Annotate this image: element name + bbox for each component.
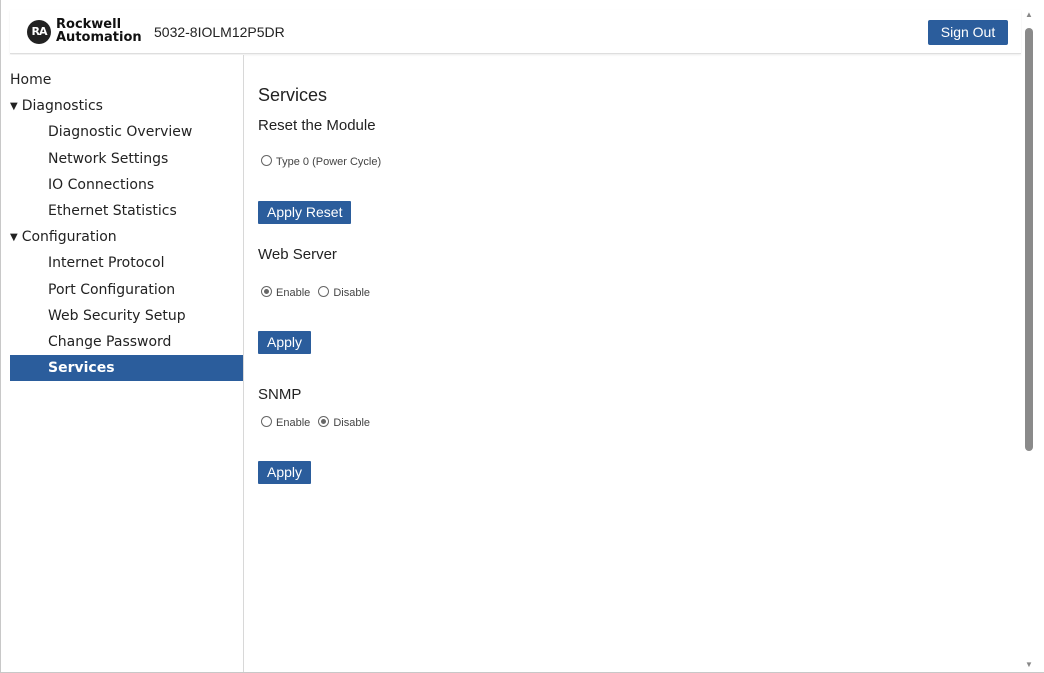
sidebar-item-label: Diagnostic Overview [48, 124, 193, 141]
sidebar-item-diagnostic-overview[interactable]: Diagnostic Overview [10, 119, 243, 145]
brand-line-2: Automation [56, 30, 142, 45]
web-server-disable-radio[interactable] [318, 286, 330, 297]
header-bar: RA Rockwell Automation 5032-8IOLM12P5DR … [10, 10, 1021, 54]
sidebar-item-home[interactable]: Home [10, 67, 243, 93]
reset-type0-label: Type 0 (Power Cycle) [276, 156, 382, 168]
expanded-caret-icon[interactable]: ▼ [10, 94, 18, 120]
web-server-options: Enable Disable [261, 286, 375, 299]
nav-list: Home ▼ Diagnostics Diagnostic Overview Netwo… [10, 67, 243, 382]
sidebar-item-label: Internet Protocol [48, 255, 165, 272]
page-title: Services [258, 85, 328, 105]
reset-section-title: Reset the Module [258, 117, 376, 134]
sidebar-item-network-settings[interactable]: Network Settings [10, 146, 243, 172]
sidebar-item-diagnostics[interactable]: ▼ Diagnostics [10, 93, 243, 119]
snmp-options: Enable Disable [261, 416, 375, 429]
sidebar-item-label: Web Security Setup [48, 307, 186, 324]
snmp-section-title: SNMP [258, 386, 302, 403]
scroll-thumb[interactable] [1025, 28, 1033, 451]
sidebar-item-configuration[interactable]: ▼ Configuration [10, 224, 243, 250]
sidebar-item-port-configuration[interactable]: Port Configuration [10, 277, 243, 303]
scroll-up-arrow-icon[interactable]: ▲ [1024, 10, 1034, 20]
device-name: 5032-8IOLM12P5DR [154, 24, 285, 40]
expanded-caret-icon[interactable]: ▼ [10, 225, 18, 251]
web-server-section-title: Web Server [258, 246, 337, 263]
sidebar-item-label: IO Connections [48, 176, 155, 193]
sidebar-item-web-security-setup[interactable]: Web Security Setup [10, 303, 243, 329]
sidebar-item-label: Services [48, 360, 115, 377]
brand-name: Rockwell Automation [56, 18, 142, 44]
sidebar-item-label: Port Configuration [48, 281, 176, 298]
snmp-disable-radio[interactable] [318, 416, 330, 427]
reset-type0-radio[interactable] [261, 155, 272, 166]
sidebar-item-services[interactable]: Services [10, 355, 243, 382]
web-server-apply-button[interactable]: Apply [258, 331, 312, 354]
snmp-enable-radio[interactable] [261, 416, 272, 427]
snmp-enable-label: Enable [276, 417, 311, 429]
web-server-disable-label: Disable [333, 287, 371, 299]
reset-options: Type 0 (Power Cycle) [261, 155, 386, 168]
sidebar-item-internet-protocol[interactable]: Internet Protocol [10, 250, 243, 276]
snmp-apply-button[interactable]: Apply [258, 461, 312, 484]
vertical-scrollbar[interactable]: ▲ ▼ [1022, 10, 1036, 670]
sidebar-item-label: Diagnostics [21, 98, 103, 115]
sidebar-nav: Home ▼ Diagnostics Diagnostic Overview Netwo… [10, 55, 244, 672]
sidebar-item-label: Ethernet Statistics [48, 202, 177, 219]
sidebar-item-label: Configuration [21, 229, 117, 246]
scroll-down-arrow-icon[interactable]: ▼ [1024, 660, 1034, 670]
sign-out-button[interactable]: Sign Out [928, 20, 1008, 45]
sidebar-item-change-password[interactable]: Change Password [10, 329, 243, 355]
sidebar-item-label: Network Settings [48, 150, 169, 167]
rockwell-logo-icon: RA [27, 20, 51, 44]
snmp-disable-label: Disable [333, 417, 371, 429]
sidebar-item-io-connections[interactable]: IO Connections [10, 172, 243, 198]
sidebar-item-label: Home [10, 72, 52, 88]
sidebar-item-label: Change Password [48, 333, 172, 350]
web-server-enable-radio[interactable] [261, 286, 272, 297]
apply-reset-button[interactable]: Apply Reset [258, 201, 352, 224]
sidebar-item-ethernet-statistics[interactable]: Ethernet Statistics [10, 198, 243, 224]
web-server-enable-label: Enable [276, 287, 311, 299]
